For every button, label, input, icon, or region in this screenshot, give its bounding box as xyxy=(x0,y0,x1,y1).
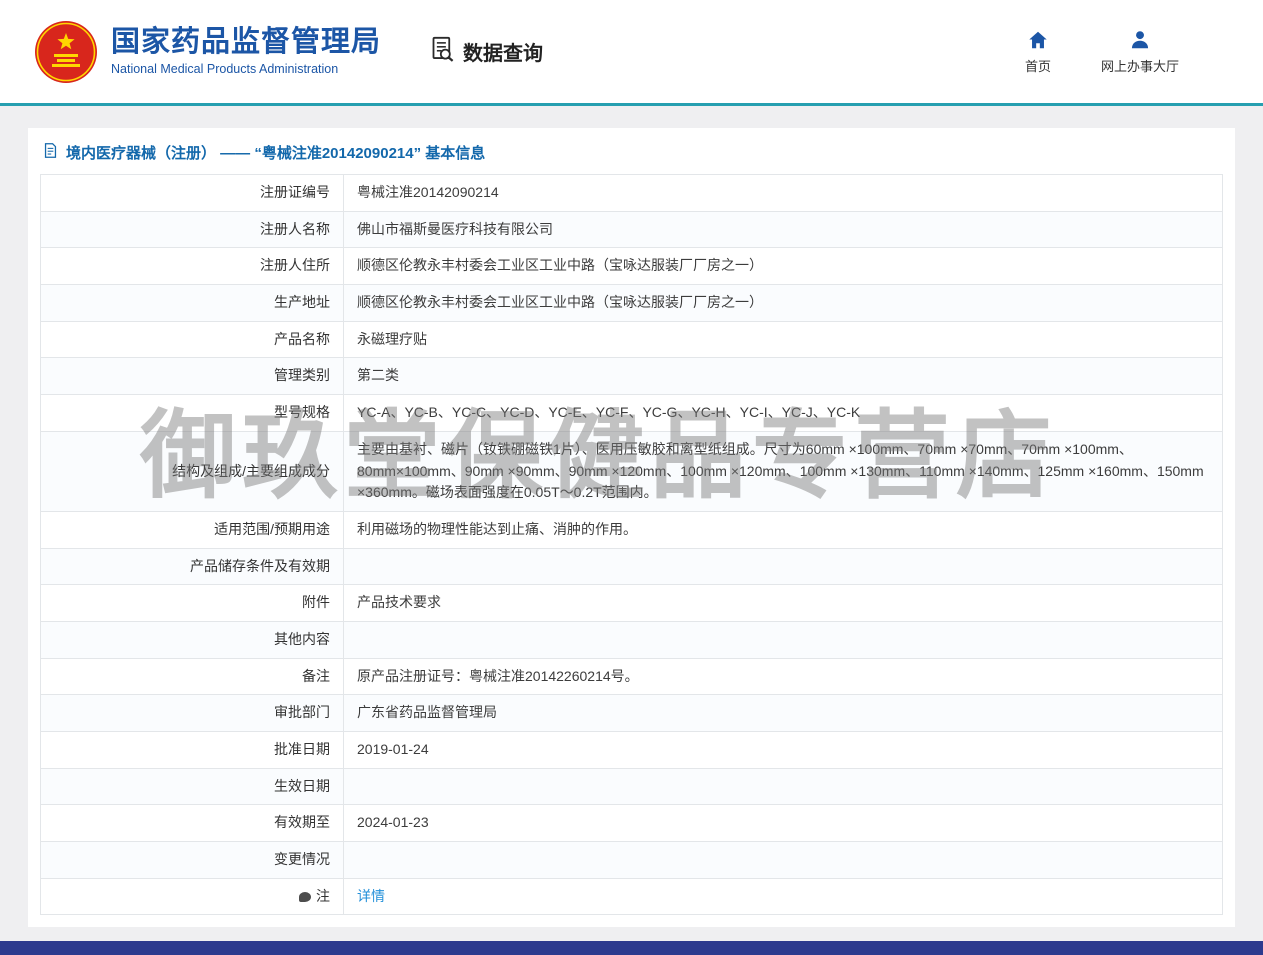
row-label: 有效期至 xyxy=(40,804,344,843)
row-value: 佛山市福斯曼医疗科技有限公司 xyxy=(343,210,1223,249)
nav-service-hall-label: 网上办事大厅 xyxy=(1100,58,1179,74)
row-label: 其他内容 xyxy=(40,620,344,659)
table-row: 审批部门 广东省药品监督管理局 xyxy=(40,694,1223,732)
row-value: 主要由基衬、磁片（钕铁硼磁铁1片）、医用压敏胶和离型纸组成。尺寸为60mm ×1… xyxy=(343,430,1223,512)
row-label: 产品名称 xyxy=(40,320,344,359)
row-label: 生产地址 xyxy=(40,284,344,322)
row-value xyxy=(343,841,1223,879)
table-row: 注册人住所 顺德区伦教永丰村委会工业区工业中路（宝咏达服装厂厂房之一） xyxy=(40,247,1223,286)
table-row: 生效日期 xyxy=(40,767,1223,806)
row-value xyxy=(343,620,1223,659)
row-value: 永磁理疗贴 xyxy=(343,320,1223,359)
table-row: 适用范围/预期用途 利用磁场的物理性能达到止痛、消肿的作用。 xyxy=(40,510,1223,549)
table-row: 附件 产品技术要求 xyxy=(40,584,1223,622)
row-label: 备注 xyxy=(40,657,344,696)
table-row: 注册人名称 佛山市福斯曼医疗科技有限公司 xyxy=(40,210,1223,249)
row-value: 顺德区伦教永丰村委会工业区工业中路（宝咏达服装厂厂房之一） xyxy=(343,284,1223,322)
row-label: 型号规格 xyxy=(40,394,344,432)
site-header: 国家药品监督管理局 National Medical Products Admi… xyxy=(0,0,1263,106)
row-value xyxy=(343,547,1223,586)
table-row: 管理类别 第二类 xyxy=(40,357,1223,396)
row-value: 产品技术要求 xyxy=(343,584,1223,622)
row-label: 变更情况 xyxy=(40,841,344,879)
footer-bar xyxy=(0,941,1263,955)
nmpa-emblem-logo xyxy=(34,20,98,84)
table-row: 备注 原产品注册证号：粤械注准20142260214号。 xyxy=(40,657,1223,696)
row-value: 2019-01-24 xyxy=(343,731,1223,769)
row-label: 注册证编号 xyxy=(40,174,344,212)
table-row: 变更情况 xyxy=(40,841,1223,879)
row-value xyxy=(343,767,1223,806)
row-label: 注册人名称 xyxy=(40,210,344,249)
page-title: 境内医疗器械（注册） —— “粤械注准20142090214” 基本信息 xyxy=(40,128,1223,174)
table-row: 注册证编号 粤械注准20142090214 xyxy=(40,174,1223,212)
detail-link[interactable]: 详情 xyxy=(357,888,385,904)
table-row: 注详情 xyxy=(40,877,1223,916)
row-label: 附件 xyxy=(40,584,344,622)
row-label: 生效日期 xyxy=(40,767,344,806)
row-label: 产品储存条件及有效期 xyxy=(40,547,344,586)
row-label: 注册人住所 xyxy=(40,247,344,286)
registration-info-table-body: 注册证编号 粤械注准20142090214 注册人名称 佛山市福斯曼医疗科技有限公司注… xyxy=(40,174,1223,916)
page-title-text: 境内医疗器械（注册） —— “粤械注准20142090214” 基本信息 xyxy=(66,145,486,162)
row-value: 利用磁场的物理性能达到止痛、消肿的作用。 xyxy=(343,510,1223,549)
note-icon xyxy=(299,891,311,902)
data-query-icon xyxy=(429,35,456,68)
data-query-tab[interactable]: 数据查询 xyxy=(429,35,543,68)
nav-service-hall[interactable]: 网上办事大厅 xyxy=(1101,29,1179,75)
detail-card: 境内医疗器械（注册） —— “粤械注准20142090214” 基本信息 注册证… xyxy=(28,128,1235,928)
document-icon xyxy=(42,142,59,163)
data-query-label: 数据查询 xyxy=(463,43,544,65)
page: 国家药品监督管理局 National Medical Products Admi… xyxy=(0,0,1263,955)
row-value: 原产品注册证号：粤械注准20142260214号。 xyxy=(343,657,1223,696)
row-label: 注 xyxy=(40,877,344,916)
org-name-en: National Medical Products Administration xyxy=(111,62,339,77)
nav-home-label: 首页 xyxy=(1024,58,1051,74)
row-value: 第二类 xyxy=(343,357,1223,396)
user-icon xyxy=(1129,29,1151,51)
row-value: 详情 xyxy=(343,877,1223,916)
org-name-cn: 国家药品监督管理局 xyxy=(111,25,382,58)
row-value: 顺德区伦教永丰村委会工业区工业中路（宝咏达服装厂厂房之一） xyxy=(343,247,1223,286)
registration-info-table: 注册证编号 粤械注准20142090214 注册人名称 佛山市福斯曼医疗科技有限公司注… xyxy=(40,174,1223,916)
table-row: 型号规格 YC-A、YC-B、YC-C、YC-D、YC-E、YC-F、YC-G、Y… xyxy=(40,394,1223,432)
table-row: 生产地址 顺德区伦教永丰村委会工业区工业中路（宝咏达服装厂厂房之一） xyxy=(40,284,1223,322)
table-row: 有效期至 2024-01-23 xyxy=(40,804,1223,843)
table-row: 产品名称 永磁理疗贴 xyxy=(40,320,1223,359)
row-value: 粤械注准20142090214 xyxy=(343,174,1223,212)
main-content: 境内医疗器械（注册） —— “粤械注准20142090214” 基本信息 注册证… xyxy=(0,106,1263,941)
nav-home[interactable]: 首页 xyxy=(1025,29,1051,75)
table-row: 批准日期 2019-01-24 xyxy=(40,731,1223,769)
row-value: 广东省药品监督管理局 xyxy=(343,694,1223,732)
row-label: 审批部门 xyxy=(40,694,344,732)
table-row: 结构及组成/主要组成成分 主要由基衬、磁片（钕铁硼磁铁1片）、医用压敏胶和离型纸组… xyxy=(40,430,1223,512)
org-name-block: 国家药品监督管理局 National Medical Products Admi… xyxy=(111,25,382,77)
row-label: 结构及组成/主要组成成分 xyxy=(40,430,344,512)
row-value: 2024-01-23 xyxy=(343,804,1223,843)
row-label: 批准日期 xyxy=(40,731,344,769)
home-icon xyxy=(1027,29,1049,51)
top-nav: 首页 网上办事大厅 xyxy=(1025,29,1179,75)
row-label: 适用范围/预期用途 xyxy=(40,510,344,549)
row-label: 管理类别 xyxy=(40,357,344,396)
table-row: 产品储存条件及有效期 xyxy=(40,547,1223,586)
row-value: YC-A、YC-B、YC-C、YC-D、YC-E、YC-F、YC-G、YC-H、… xyxy=(343,394,1223,432)
table-row: 其他内容 xyxy=(40,620,1223,659)
